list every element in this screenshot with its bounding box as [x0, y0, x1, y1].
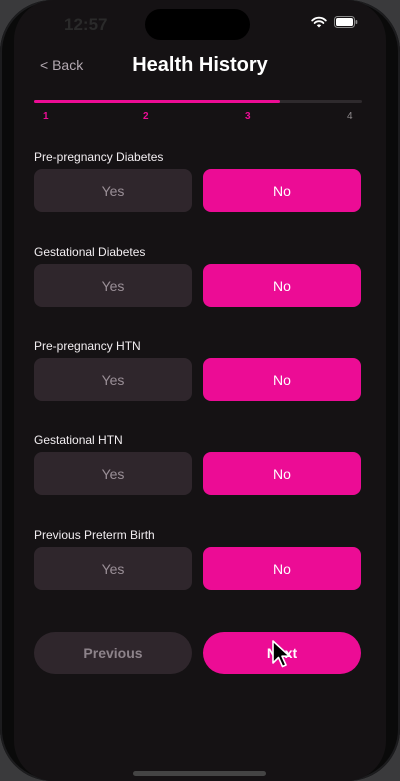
answer-group: Yes No [34, 452, 362, 495]
question-pre-pregnancy-diabetes: Pre-pregnancy Diabetes Yes No [34, 149, 362, 212]
page-title: Health History [132, 54, 268, 76]
yes-button[interactable]: Yes [34, 169, 192, 212]
previous-button[interactable]: Previous [34, 632, 192, 674]
question-pre-pregnancy-htn: Pre-pregnancy HTN Yes No [34, 338, 362, 401]
progress-bar [34, 100, 362, 103]
yes-button[interactable]: Yes [34, 547, 192, 590]
yes-button[interactable]: Yes [34, 452, 192, 495]
no-button[interactable]: No [203, 547, 361, 590]
app-screen: 12:57 < Back Health History 1 2 3 4 Pre-… [14, 0, 386, 781]
nav-bar: < Back Health History [14, 46, 386, 88]
answer-group: Yes No [34, 358, 362, 401]
question-gestational-diabetes: Gestational Diabetes Yes No [34, 244, 362, 307]
no-button[interactable]: No [203, 264, 361, 307]
progress-fill [34, 100, 280, 103]
battery-icon [334, 16, 358, 28]
status-time: 12:57 [64, 15, 108, 34]
answer-group: Yes No [34, 547, 362, 590]
question-previous-preterm-birth: Previous Preterm Birth Yes No [34, 527, 362, 590]
step-label-1: 1 [43, 111, 49, 122]
answer-group: Yes No [34, 264, 362, 307]
home-indicator [133, 771, 266, 776]
question-label: Gestational HTN [34, 433, 123, 447]
status-bar: 12:57 [14, 0, 386, 46]
no-button[interactable]: No [203, 169, 361, 212]
question-label: Gestational Diabetes [34, 245, 146, 259]
step-label-3: 3 [245, 111, 251, 122]
step-labels: 1 2 3 4 [34, 111, 362, 125]
status-icons [311, 16, 358, 28]
no-button[interactable]: No [203, 452, 361, 495]
question-label: Pre-pregnancy HTN [34, 339, 141, 353]
question-label: Pre-pregnancy Diabetes [34, 150, 164, 164]
step-label-4: 4 [347, 111, 353, 122]
yes-button[interactable]: Yes [34, 358, 192, 401]
dynamic-island [145, 9, 250, 40]
wifi-icon [311, 16, 327, 28]
question-gestational-htn: Gestational HTN Yes No [34, 432, 362, 495]
step-label-2: 2 [143, 111, 149, 122]
no-button[interactable]: No [203, 358, 361, 401]
question-label: Previous Preterm Birth [34, 528, 155, 542]
yes-button[interactable]: Yes [34, 264, 192, 307]
next-button[interactable]: Next [203, 632, 361, 674]
device-frame: 12:57 < Back Health History 1 2 3 4 Pre-… [0, 0, 400, 781]
answer-group: Yes No [34, 169, 362, 212]
